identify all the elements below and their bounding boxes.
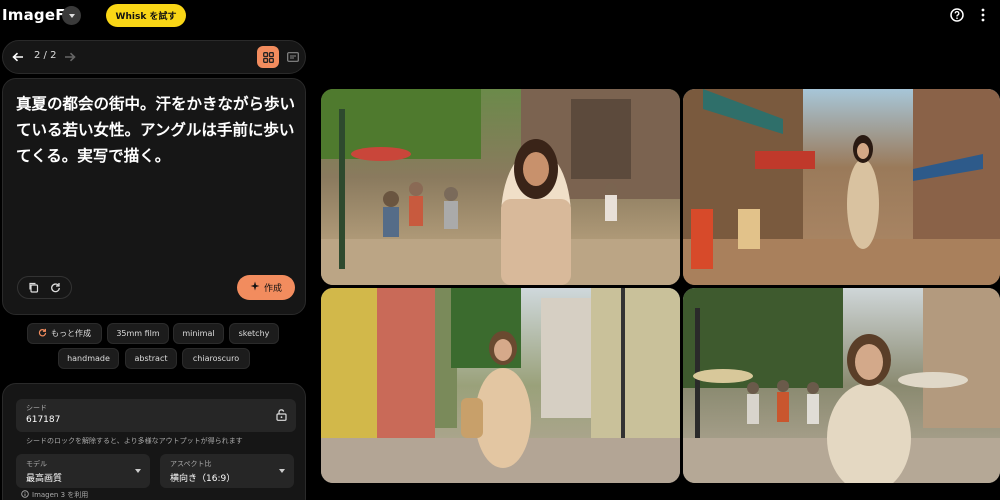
app-switcher-button[interactable] xyxy=(62,6,81,25)
chevron-down-icon xyxy=(68,13,75,18)
single-view-icon[interactable] xyxy=(283,47,303,67)
more-vert-icon[interactable] xyxy=(976,6,990,24)
style-chip[interactable]: minimal xyxy=(173,323,224,344)
style-chip[interactable]: 35mm film xyxy=(107,323,169,344)
model-label: モデル xyxy=(26,460,47,468)
copy-icon[interactable] xyxy=(28,278,39,297)
sparkle-icon xyxy=(250,281,260,294)
refresh-icon[interactable] xyxy=(50,278,61,297)
create-button-label: 作成 xyxy=(263,284,282,294)
generated-image[interactable] xyxy=(683,89,1000,285)
imagen-note-text: Imagen 3 を利用 xyxy=(32,491,89,499)
chevron-down-icon xyxy=(279,469,285,473)
chevron-down-icon xyxy=(135,469,141,473)
create-button[interactable]: 作成 xyxy=(237,275,295,300)
page-counter: 2 / 2 xyxy=(34,50,57,61)
help-icon[interactable] xyxy=(948,6,966,24)
seed-hint: シードのロックを解除すると、より多様なアウトプットが得られます xyxy=(26,437,243,445)
refresh-icon xyxy=(38,328,47,339)
grid-view-icon[interactable] xyxy=(257,46,279,68)
lock-open-icon[interactable] xyxy=(274,408,288,422)
more-create-label: もっと作成 xyxy=(51,329,91,338)
aspect-ratio-select[interactable]: アスペクト比 横向き（16:9） xyxy=(160,454,294,488)
style-chip[interactable]: abstract xyxy=(125,348,177,369)
generated-image[interactable] xyxy=(321,89,680,285)
model-select[interactable]: モデル 最高画質 xyxy=(16,454,150,488)
generated-image[interactable] xyxy=(321,288,680,483)
arrow-back-icon[interactable] xyxy=(9,48,27,66)
info-icon xyxy=(21,490,29,500)
more-create-chip[interactable]: もっと作成 xyxy=(27,323,102,344)
prompt-tools xyxy=(17,276,72,299)
aspect-ratio-value: 横向き（16:9） xyxy=(170,474,236,484)
model-value: 最高画質 xyxy=(26,474,63,484)
prompt-card: 真夏の都会の街中。汗をかきながら歩いている若い女性。アングルは手前に歩いてくる。… xyxy=(2,78,306,315)
style-chip[interactable]: sketchy xyxy=(229,323,279,344)
try-whisk-button[interactable]: Whisk を試す xyxy=(106,4,186,27)
style-chip[interactable]: chiaroscuro xyxy=(182,348,250,369)
prompt-input[interactable]: 真夏の都会の街中。汗をかきながら歩いている若い女性。アングルは手前に歩いてくる。… xyxy=(16,91,298,169)
seed-value[interactable]: 617187 xyxy=(26,415,60,425)
imagen-note: Imagen 3 を利用 xyxy=(21,490,88,500)
top-bar: ImageFX Whisk を試す xyxy=(0,0,1000,32)
generated-image[interactable] xyxy=(683,288,1000,483)
result-navigation: 2 / 2 xyxy=(2,40,306,74)
style-chip[interactable]: handmade xyxy=(58,348,119,369)
seed-label: シード xyxy=(26,404,47,412)
aspect-ratio-label: アスペクト比 xyxy=(170,460,212,468)
arrow-forward-icon[interactable] xyxy=(61,48,79,66)
settings-card: シード 617187 シードのロックを解除すると、より多様なアウトプットが得られ… xyxy=(2,383,306,500)
seed-field[interactable]: シード 617187 xyxy=(16,399,296,432)
